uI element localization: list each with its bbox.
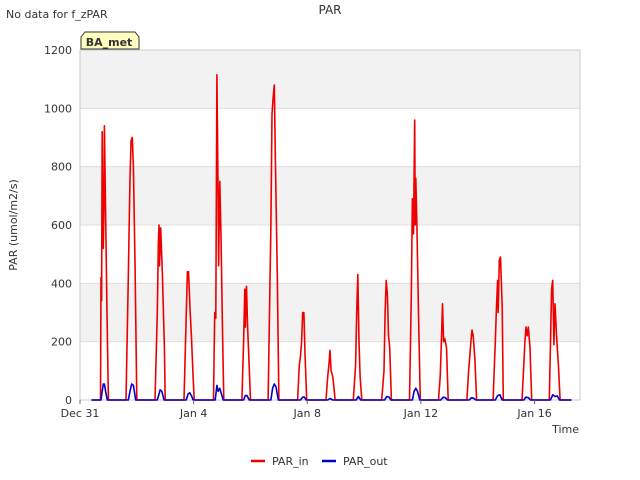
x-tick-label: Jan 12	[403, 407, 438, 420]
x-axis-label: Time	[551, 423, 579, 436]
plot-band	[80, 225, 580, 284]
plot-band	[80, 108, 580, 167]
legend: PAR_in PAR_out	[251, 455, 388, 468]
x-axis-ticks: Dec 31 Jan 4 Jan 8 Jan 12 Jan 16	[61, 400, 552, 420]
y-tick-label: 600	[51, 219, 72, 232]
badge-label: BA_met	[86, 36, 133, 49]
plot-band	[80, 283, 580, 342]
chart-title: PAR	[318, 3, 341, 17]
par-chart: 0 200 400 600 800 1000 1200 Dec 31 Jan 4 Jan 8 Ja…	[6, 3, 581, 468]
x-tick-label: Jan 16	[516, 407, 551, 420]
x-tick-label: Dec 31	[61, 407, 100, 420]
plot-band	[80, 166, 580, 225]
x-tick-label: Jan 4	[179, 407, 207, 420]
site-badge: BA_met	[80, 31, 140, 50]
legend-label-par-out: PAR_out	[343, 455, 388, 468]
y-axis-ticks: 0 200 400 600 800 1000 1200	[44, 44, 72, 407]
y-tick-label: 1000	[44, 102, 72, 115]
plot-band	[80, 50, 580, 109]
y-tick-label: 200	[51, 336, 72, 349]
y-tick-label: 0	[65, 394, 72, 407]
y-tick-label: 1200	[44, 44, 72, 57]
legend-label-par-in: PAR_in	[272, 455, 309, 468]
no-data-note: No data for f_zPAR	[6, 8, 108, 21]
y-tick-label: 400	[51, 277, 72, 290]
y-tick-label: 800	[51, 161, 72, 174]
x-tick-label: Jan 8	[293, 407, 321, 420]
y-axis-label: PAR (umol/m2/s)	[7, 179, 20, 271]
